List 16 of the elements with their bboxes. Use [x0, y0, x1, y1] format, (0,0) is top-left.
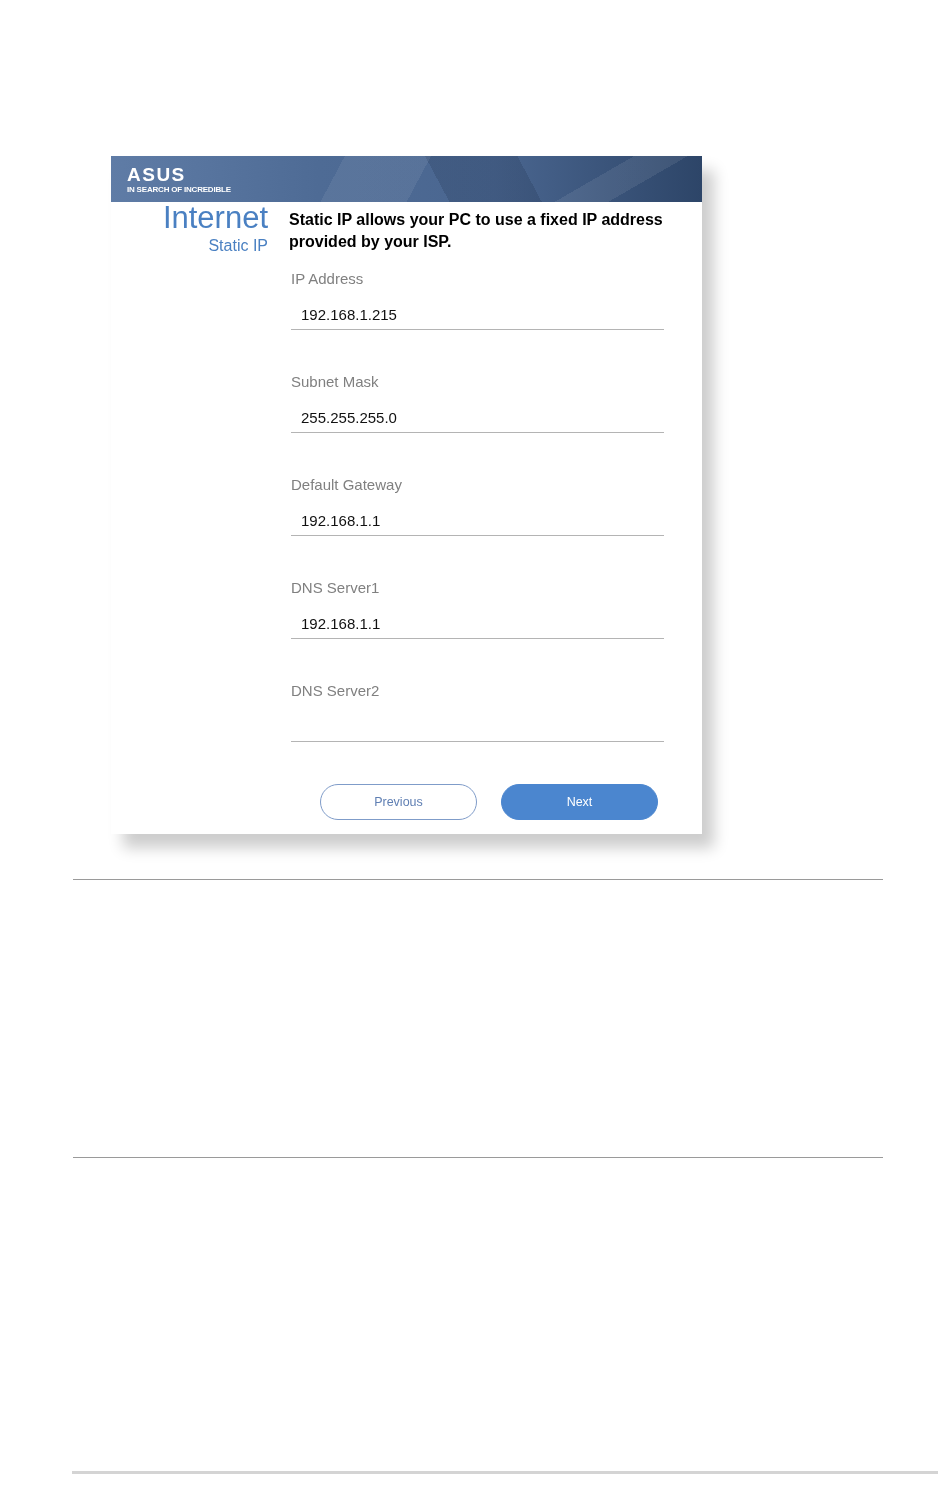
brand-logo: ASUS	[127, 167, 186, 183]
input-field[interactable]: 192.168.1.215	[291, 300, 664, 330]
field-label: DNS Server1	[291, 579, 380, 597]
field-label: DNS Server2	[291, 682, 380, 700]
page-subtitle: Static IP	[208, 237, 268, 255]
next-button[interactable]: Next	[501, 784, 658, 820]
page-title: Internet	[162, 202, 268, 234]
field-label: Default Gateway	[291, 476, 402, 494]
brand-tagline: IN SEARCH OF INCREDIBLE	[127, 185, 231, 194]
input-field[interactable]: 192.168.1.1	[291, 506, 664, 536]
input-field[interactable]: 255.255.255.0	[291, 403, 664, 433]
previous-button[interactable]: Previous	[320, 784, 477, 820]
description-text: Static IP allows your PC to use a fixed IP address provided by your ISP.	[289, 210, 664, 252]
field-label: IP Address	[291, 270, 364, 288]
input-field[interactable]: 192.168.1.1	[291, 609, 664, 639]
field-label: Subnet Mask	[291, 373, 379, 391]
